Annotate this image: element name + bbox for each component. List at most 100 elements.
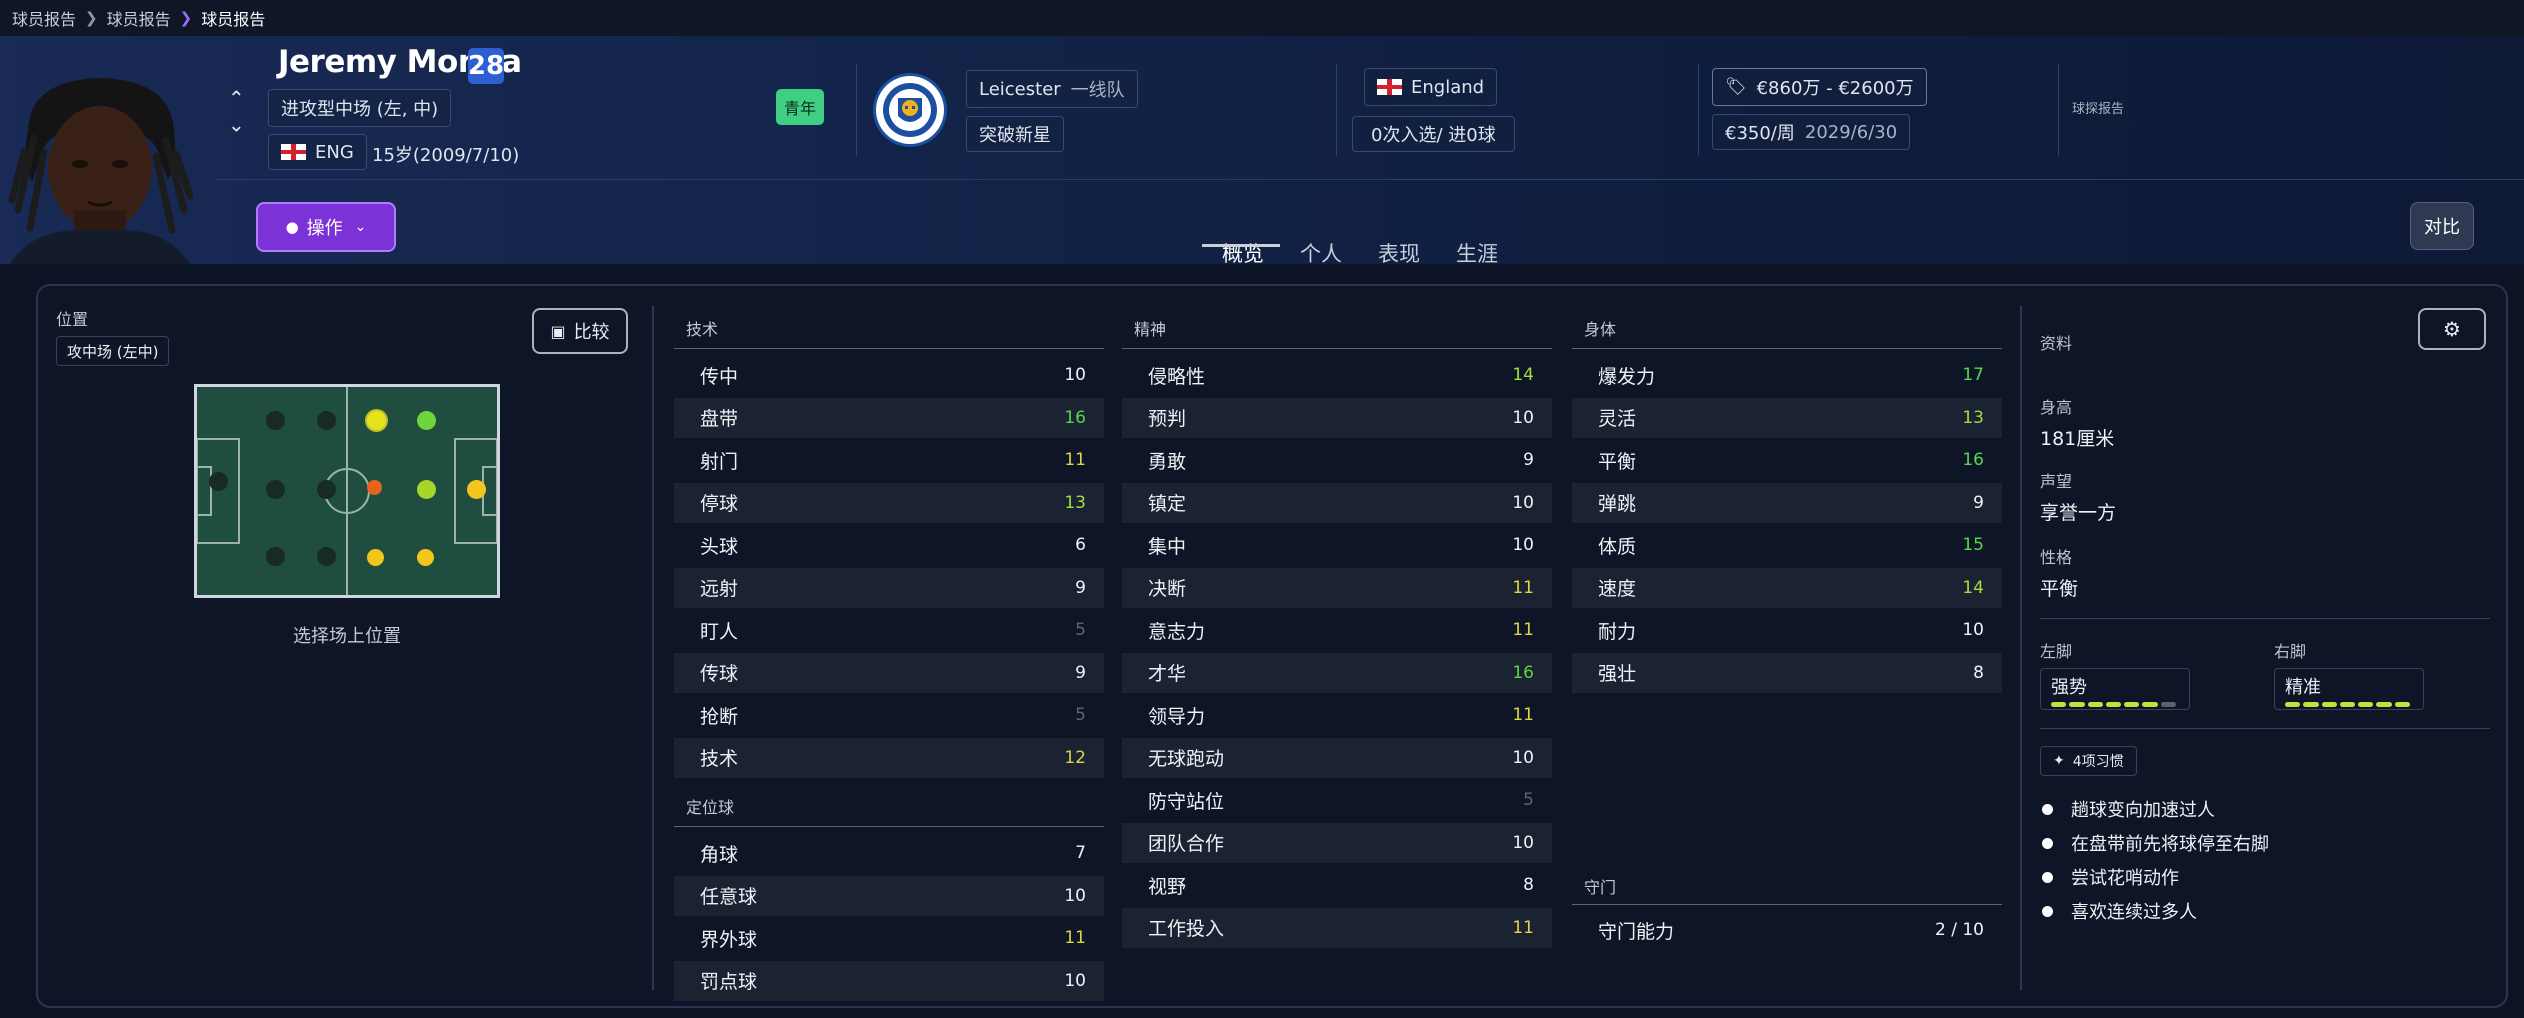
personality-label: 性格	[2040, 548, 2073, 567]
previous-player-button[interactable]: ⌃	[228, 86, 245, 110]
attribute-row[interactable]: 灵活 13	[1572, 397, 2002, 438]
nationality-chip: ENG	[268, 134, 367, 170]
position-dot[interactable]	[209, 472, 228, 491]
tab-performance[interactable]: 表现	[1378, 238, 1420, 268]
attribute-row[interactable]: 盘带 16	[674, 397, 1104, 438]
position-dot[interactable]	[367, 480, 382, 495]
attribute-row[interactable]: 体质 15	[1572, 525, 2002, 565]
divider	[2058, 64, 2059, 156]
attribute-row[interactable]: 射门 11	[674, 440, 1104, 480]
traits-button[interactable]: ✦ 4项习惯	[2040, 746, 2137, 776]
position-dot[interactable]	[266, 547, 285, 566]
compare-player-button[interactable]: 对比	[2410, 202, 2474, 250]
attribute-name: 体质	[1598, 535, 1637, 558]
pitch-map[interactable]	[194, 384, 500, 598]
attribute-row[interactable]: 头球 6	[674, 525, 1104, 565]
set-pieces-title: 定位球	[686, 798, 735, 817]
attribute-row[interactable]: 强壮 8	[1572, 652, 2002, 693]
club-crest-icon[interactable]	[872, 72, 948, 148]
attribute-row[interactable]: 传中 10	[674, 355, 1104, 395]
attribute-row[interactable]: 才华 16	[1122, 652, 1552, 693]
attribute-row[interactable]: 预判 10	[1122, 397, 1552, 438]
attribute-value: 16	[1962, 450, 1984, 470]
attribute-row[interactable]: 罚点球 10	[674, 960, 1104, 1001]
position-dot[interactable]	[467, 480, 486, 499]
position-dot[interactable]	[417, 480, 436, 499]
value-chip[interactable]: 🏷 €860万 - €2600万	[1712, 68, 1927, 106]
attribute-name: 弹跳	[1598, 493, 1637, 515]
attribute-row[interactable]: 远射 9	[674, 567, 1104, 608]
contract-end: 2029/6/30	[1804, 121, 1898, 143]
attribute-row[interactable]: 决断 11	[1122, 567, 1552, 608]
attribute-value: 11	[1064, 928, 1086, 948]
tab-overview[interactable]: 概览	[1222, 238, 1264, 268]
squad-number-badge: 28	[468, 48, 504, 84]
attribute-row[interactable]: 抢断 5	[674, 695, 1104, 735]
attribute-value: 14	[1962, 577, 1984, 598]
position-dot[interactable]	[317, 411, 336, 430]
divider	[1572, 904, 2002, 905]
foot-level-segment	[2339, 702, 2356, 707]
profile-settings-button[interactable]: ⚙	[2418, 308, 2486, 350]
position-dot[interactable]	[417, 411, 436, 430]
attribute-row[interactable]: 团队合作 10	[1122, 822, 1552, 863]
attribute-row[interactable]: 视野 8	[1122, 865, 1552, 905]
attribute-row[interactable]: 领导力 11	[1122, 695, 1552, 735]
position-dot[interactable]	[417, 549, 434, 566]
pitch-hint: 选择场上位置	[293, 626, 401, 647]
operate-button[interactable]: ● 操作 ⌄	[256, 202, 396, 252]
attribute-name: 镇定	[1148, 493, 1187, 515]
country-chip[interactable]: England	[1364, 68, 1498, 106]
attribute-name: 决断	[1148, 578, 1187, 600]
attribute-row[interactable]: 意志力 11	[1122, 610, 1552, 650]
breadcrumb-item[interactable]: 球员报告	[107, 6, 171, 30]
mental-title: 精神	[1134, 320, 1167, 339]
attribute-row[interactable]: 守门能力 2 / 10	[1572, 910, 2002, 950]
attribute-row[interactable]: 无球跑动 10	[1122, 737, 1552, 778]
attribute-row[interactable]: 角球 7	[674, 833, 1104, 873]
attribute-row[interactable]: 镇定 10	[1122, 482, 1552, 523]
attribute-name: 界外球	[700, 928, 758, 951]
attribute-row[interactable]: 盯人 5	[674, 610, 1104, 650]
attribute-row[interactable]: 停球 13	[674, 482, 1104, 523]
sparkle-icon: ✦	[2053, 753, 2065, 769]
attribute-name: 耐力	[1598, 620, 1637, 643]
tab-career[interactable]: 生涯	[1456, 238, 1498, 268]
attribute-row[interactable]: 速度 14	[1572, 567, 2002, 608]
attribute-row[interactable]: 任意球 10	[674, 875, 1104, 916]
attribute-row[interactable]: 侵略性 14	[1122, 355, 1552, 395]
attribute-value: 7	[1075, 843, 1086, 863]
attribute-value: 8	[1973, 662, 1984, 683]
position-dot[interactable]	[367, 411, 386, 430]
attribute-row[interactable]: 工作投入 11	[1122, 907, 1552, 948]
overview-panel: 位置 攻中场 (左中) ▣ 比较 选择场上位置 技术 传中 10 盘带 16 射…	[36, 284, 2508, 1008]
attribute-row[interactable]: 传球 9	[674, 652, 1104, 693]
compare-button[interactable]: ▣ 比较	[532, 308, 628, 354]
attribute-row[interactable]: 防守站位 5	[1122, 780, 1552, 820]
tab-personal[interactable]: 个人	[1300, 238, 1342, 268]
attribute-row[interactable]: 技术 12	[674, 737, 1104, 778]
position-dot[interactable]	[266, 411, 285, 430]
foot-level-segment	[2394, 702, 2410, 707]
squad-name: 一线队	[1070, 80, 1125, 101]
attribute-name: 视野	[1148, 875, 1187, 898]
age-dob: 15岁(2009/7/10)	[372, 145, 520, 166]
attribute-value: 14	[1512, 365, 1534, 385]
scout-report-label[interactable]: 球探报告	[2072, 98, 2124, 117]
attribute-row[interactable]: 勇敢 9	[1122, 440, 1552, 480]
attribute-row[interactable]: 爆发力 17	[1572, 355, 2002, 395]
next-player-button[interactable]: ⌃	[228, 112, 245, 136]
attribute-row[interactable]: 耐力 10	[1572, 610, 2002, 650]
position-dot[interactable]	[317, 480, 336, 499]
breadcrumb-item[interactable]: 球员报告	[12, 6, 76, 30]
position-dot[interactable]	[266, 480, 285, 499]
attribute-value: 11	[1064, 450, 1086, 470]
attribute-row[interactable]: 界外球 11	[674, 918, 1104, 958]
club-chip[interactable]: Leicester 一线队	[966, 70, 1138, 108]
position-dot[interactable]	[317, 547, 336, 566]
attribute-row[interactable]: 弹跳 9	[1572, 482, 2002, 523]
attribute-row[interactable]: 集中 10	[1122, 525, 1552, 565]
attribute-row[interactable]: 平衡 16	[1572, 440, 2002, 480]
position-dot[interactable]	[367, 549, 384, 566]
attribute-value: 10	[1512, 747, 1534, 768]
